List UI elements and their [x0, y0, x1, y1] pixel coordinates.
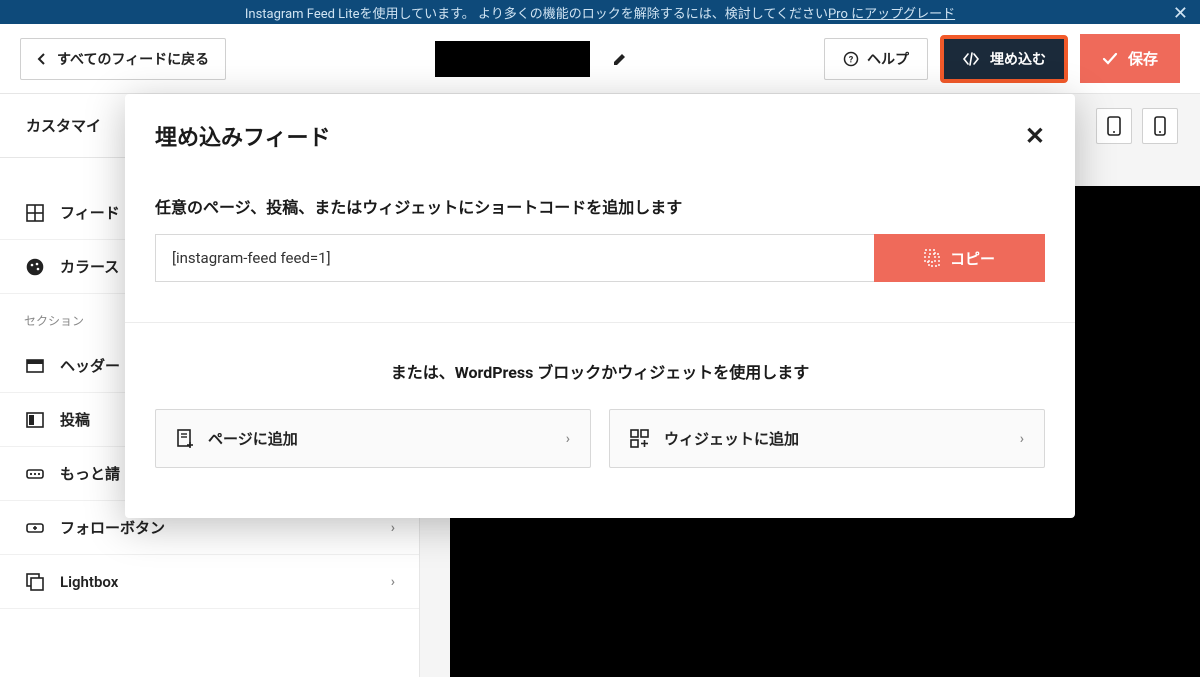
- modal-header: 埋め込みフィード ✕: [125, 94, 1075, 158]
- modal-alt-section: または、WordPress ブロックかウィジェットを使用します ページに追加 ›…: [125, 323, 1075, 518]
- chevron-right-icon: ›: [566, 431, 570, 447]
- add-to-page-label: ページに追加: [208, 428, 298, 449]
- shortcode-row: コピー: [155, 234, 1045, 282]
- shortcode-heading: 任意のページ、投稿、またはウィジェットにショートコードを追加します: [155, 194, 1045, 218]
- modal-close-button[interactable]: ✕: [1025, 122, 1045, 150]
- chevron-right-icon: ›: [1020, 431, 1024, 447]
- embed-modal: 埋め込みフィード ✕ 任意のページ、投稿、またはウィジェットにショートコードを追…: [125, 94, 1075, 518]
- copy-button[interactable]: コピー: [874, 234, 1045, 282]
- modal-title: 埋め込みフィード: [155, 120, 331, 152]
- modal-overlay: 埋め込みフィード ✕ 任意のページ、投稿、またはウィジェットにショートコードを追…: [0, 0, 1200, 677]
- add-to-widget-button[interactable]: ウィジェットに追加 ›: [609, 409, 1045, 468]
- widget-plus-icon: [630, 429, 650, 449]
- modal-shortcode-section: 任意のページ、投稿、またはウィジェットにショートコードを追加します コピー: [125, 158, 1075, 323]
- shortcode-input[interactable]: [155, 234, 874, 282]
- add-to-widget-label: ウィジェットに追加: [664, 428, 799, 449]
- copy-icon: [924, 249, 940, 267]
- alt-heading: または、WordPress ブロックかウィジェットを使用します: [155, 359, 1045, 383]
- add-to-page-button[interactable]: ページに追加 ›: [155, 409, 591, 468]
- alt-options-row: ページに追加 › ウィジェットに追加 ›: [155, 409, 1045, 468]
- close-icon: ✕: [1025, 122, 1045, 150]
- page-plus-icon: [176, 429, 194, 449]
- copy-button-label: コピー: [950, 248, 995, 269]
